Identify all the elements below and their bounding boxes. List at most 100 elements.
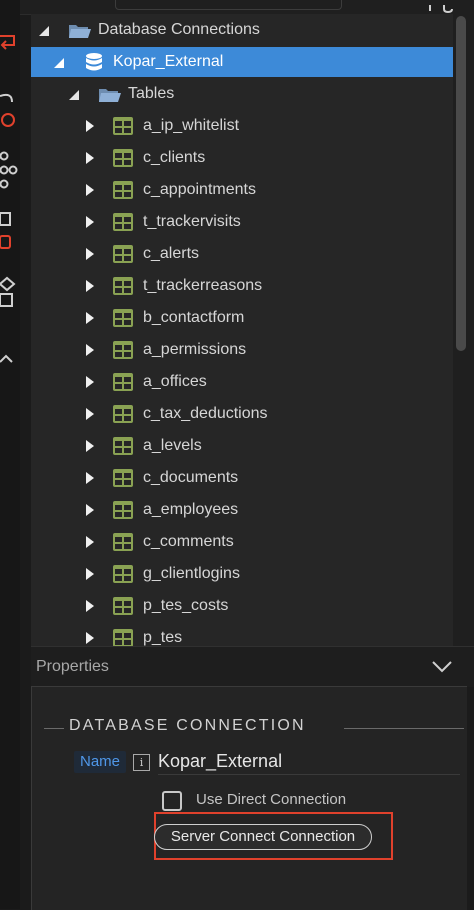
table-row[interactable]: c_appointments bbox=[31, 175, 453, 205]
expand-arrow-icon[interactable] bbox=[85, 567, 95, 581]
collapse-arrow-icon[interactable] bbox=[53, 57, 65, 69]
table-icon bbox=[113, 181, 133, 199]
panel-header bbox=[20, 0, 474, 15]
name-label: Name bbox=[74, 751, 127, 773]
expand-arrow-icon[interactable] bbox=[85, 471, 95, 485]
name-property: Name i Kopar_External bbox=[74, 751, 460, 777]
table-name: c_comments bbox=[143, 533, 234, 550]
table-icon bbox=[113, 405, 133, 423]
table-name: a_levels bbox=[143, 437, 202, 454]
properties-title: Properties bbox=[36, 658, 109, 675]
use-direct-connection-label: Use Direct Connection bbox=[196, 791, 347, 808]
use-direct-connection-checkbox[interactable] bbox=[162, 791, 182, 811]
table-row[interactable]: c_documents bbox=[31, 463, 453, 493]
table-row[interactable]: a_levels bbox=[31, 431, 453, 461]
table-icon bbox=[113, 117, 133, 135]
expand-arrow-icon[interactable] bbox=[85, 407, 95, 421]
table-row[interactable]: a_offices bbox=[31, 367, 453, 397]
redirect-icon[interactable] bbox=[0, 32, 18, 54]
database-tree: Database Connections Kopar_External Tabl… bbox=[31, 14, 453, 646]
expand-arrow-icon[interactable] bbox=[85, 503, 95, 517]
collapse-arrow-icon[interactable] bbox=[38, 25, 50, 37]
server-connect-connection-button[interactable]: Server Connect Connection bbox=[154, 824, 372, 850]
header-icons bbox=[414, 0, 464, 14]
expand-arrow-icon[interactable] bbox=[85, 183, 95, 197]
table-name: b_contactform bbox=[143, 309, 245, 326]
tree-item-database-connections[interactable]: Database Connections bbox=[31, 15, 453, 45]
table-name: c_clients bbox=[143, 149, 206, 166]
components-icon[interactable] bbox=[0, 276, 18, 312]
chevron-down-icon[interactable] bbox=[431, 660, 453, 674]
table-name: a_ip_whitelist bbox=[143, 117, 240, 134]
table-icon bbox=[113, 277, 133, 295]
expand-arrow-icon[interactable] bbox=[85, 151, 95, 165]
table-name: g_clientlogins bbox=[143, 565, 240, 582]
table-row[interactable]: b_contactform bbox=[31, 303, 453, 333]
hierarchy-icon[interactable] bbox=[0, 148, 18, 192]
table-row[interactable]: p_tes_costs bbox=[31, 591, 453, 621]
divider bbox=[344, 728, 464, 729]
table-name: p_tes bbox=[143, 629, 183, 646]
tree-item-label: Database Connections bbox=[98, 21, 260, 38]
name-field[interactable]: Kopar_External bbox=[158, 748, 460, 775]
data-icon[interactable] bbox=[0, 210, 18, 250]
table-icon bbox=[113, 501, 133, 519]
table-name: p_tes_costs bbox=[143, 597, 229, 614]
use-direct-connection-row[interactable]: Use Direct Connection bbox=[162, 790, 402, 812]
expand-arrow-icon[interactable] bbox=[85, 535, 95, 549]
table-icon bbox=[113, 309, 133, 327]
table-row[interactable]: a_ip_whitelist bbox=[31, 111, 453, 141]
expand-arrow-icon[interactable] bbox=[85, 375, 95, 389]
table-icon bbox=[113, 149, 133, 167]
table-icon bbox=[113, 341, 133, 359]
table-icon bbox=[113, 437, 133, 455]
expand-arrow-icon[interactable] bbox=[85, 311, 95, 325]
info-icon[interactable]: i bbox=[133, 754, 150, 771]
table-row[interactable]: a_employees bbox=[31, 495, 453, 525]
table-name: t_trackervisits bbox=[143, 213, 241, 230]
table-name: a_permissions bbox=[143, 341, 247, 358]
section-title: DATABASE CONNECTION bbox=[69, 717, 306, 734]
table-name: t_trackerreasons bbox=[143, 277, 263, 294]
table-row[interactable]: c_alerts bbox=[31, 239, 453, 269]
scrollbar-thumb[interactable] bbox=[456, 16, 466, 351]
expand-arrow-icon[interactable] bbox=[85, 631, 95, 645]
table-row[interactable]: a_permissions bbox=[31, 335, 453, 365]
code-icon[interactable] bbox=[0, 350, 18, 370]
collapse-arrow-icon[interactable] bbox=[68, 89, 80, 101]
folder-icon bbox=[99, 89, 121, 102]
table-row[interactable]: c_comments bbox=[31, 527, 453, 557]
tree-item-tables[interactable]: Tables bbox=[31, 79, 453, 109]
table-row[interactable]: c_clients bbox=[31, 143, 453, 173]
table-row[interactable]: t_trackervisits bbox=[31, 207, 453, 237]
table-row[interactable]: c_tax_deductions bbox=[31, 399, 453, 429]
tree-item-label: Kopar_External bbox=[113, 53, 224, 70]
expand-arrow-icon[interactable] bbox=[85, 279, 95, 293]
properties-header[interactable]: Properties bbox=[31, 646, 474, 687]
expand-arrow-icon[interactable] bbox=[85, 247, 95, 261]
table-name: c_documents bbox=[143, 469, 239, 486]
table-name: c_tax_deductions bbox=[143, 405, 268, 422]
expand-arrow-icon[interactable] bbox=[85, 599, 95, 613]
expand-arrow-icon[interactable] bbox=[85, 119, 95, 133]
expand-arrow-icon[interactable] bbox=[85, 343, 95, 357]
expand-arrow-icon[interactable] bbox=[85, 439, 95, 453]
flow-icon[interactable] bbox=[0, 90, 18, 130]
tree-item-label: Tables bbox=[128, 85, 175, 102]
tree-scrollbar[interactable] bbox=[453, 14, 474, 646]
table-icon bbox=[113, 565, 133, 583]
tree-item-connection[interactable]: Kopar_External bbox=[31, 47, 453, 77]
divider bbox=[44, 728, 64, 729]
folder-icon bbox=[69, 25, 91, 38]
table-icon bbox=[113, 533, 133, 551]
expand-arrow-icon[interactable] bbox=[85, 215, 95, 229]
table-row[interactable]: g_clientlogins bbox=[31, 559, 453, 589]
table-icon bbox=[113, 597, 133, 615]
table-row[interactable]: p_tes bbox=[31, 623, 453, 646]
table-name: a_offices bbox=[143, 373, 207, 390]
table-icon bbox=[113, 245, 133, 263]
table-icon bbox=[113, 469, 133, 487]
table-row[interactable]: t_trackerreasons bbox=[31, 271, 453, 301]
search-input[interactable] bbox=[115, 0, 342, 10]
table-name: c_appointments bbox=[143, 181, 256, 198]
